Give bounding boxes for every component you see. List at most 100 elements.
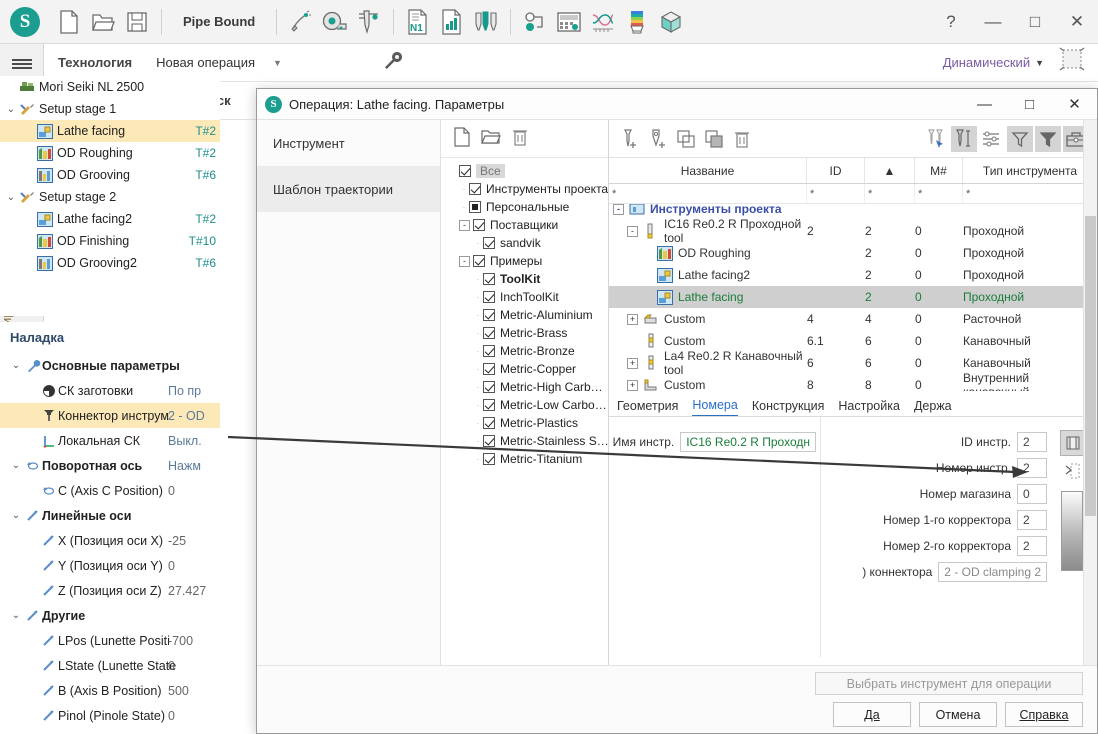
tool-name-input[interactable]: IC16 Re0.2 R Проходн bbox=[680, 432, 816, 452]
checkbox[interactable] bbox=[483, 345, 495, 357]
parameter-row[interactable]: СК заготовкиПо пр bbox=[0, 378, 220, 403]
maximize-button[interactable]: □ bbox=[1014, 2, 1056, 42]
report-chart-icon[interactable] bbox=[435, 5, 469, 39]
field-input[interactable]: 2 bbox=[1017, 536, 1047, 556]
parameter-row[interactable]: Локальная СКВыкл. bbox=[0, 428, 220, 453]
library-tree-item[interactable]: ·Инструменты проекта bbox=[443, 180, 608, 198]
table-row[interactable]: Lathe facing220Проходной bbox=[609, 264, 1097, 286]
parameter-tab[interactable]: Держа bbox=[914, 399, 952, 416]
table-row[interactable]: -IC16 Re0.2 R Проходной tool220Проходной bbox=[609, 220, 1097, 242]
help-button[interactable]: Справка bbox=[1005, 702, 1083, 727]
measure-probe-icon[interactable] bbox=[284, 5, 318, 39]
library-tree-item[interactable]: ·ToolKit bbox=[443, 270, 608, 288]
checkbox[interactable] bbox=[483, 273, 495, 285]
parameter-value[interactable]: 0 bbox=[168, 559, 175, 573]
filter-type[interactable]: * bbox=[963, 184, 1097, 203]
checkbox[interactable] bbox=[459, 165, 471, 177]
columns-options-icon[interactable] bbox=[979, 126, 1005, 152]
tree-twisty-icon[interactable]: ⌄ bbox=[4, 192, 18, 203]
parameter-row[interactable]: Коннектор инструм2 - OD bbox=[0, 403, 220, 428]
parameter-row[interactable]: Z (Позиция оси Z)27.427 bbox=[0, 578, 220, 603]
view-cube-icon[interactable] bbox=[1054, 44, 1090, 81]
field-input[interactable]: 2 bbox=[1017, 458, 1047, 478]
field-input[interactable]: 2 bbox=[1017, 432, 1047, 452]
parameter-row[interactable]: ⌄Поворотная осьНажм bbox=[0, 453, 220, 478]
column-header-magazine[interactable]: M# bbox=[915, 158, 963, 183]
parameter-value[interactable]: -25 bbox=[168, 534, 186, 548]
table-row[interactable]: Lathe facing20Проходной bbox=[609, 286, 1097, 308]
parameter-tab[interactable]: Настройка bbox=[838, 399, 900, 416]
library-tree-item[interactable]: -Поставщики bbox=[443, 216, 608, 234]
parameter-value[interactable]: 27.427 bbox=[168, 584, 206, 598]
expander-icon[interactable]: - bbox=[459, 220, 470, 231]
parameter-value[interactable]: 2 - OD bbox=[168, 409, 205, 423]
expander-icon[interactable]: + bbox=[627, 314, 638, 325]
library-tree-item[interactable]: ·Персональные bbox=[443, 198, 608, 216]
library-tree-item[interactable]: ·Metric-Plastics bbox=[443, 414, 608, 432]
checkbox[interactable] bbox=[469, 201, 481, 213]
ok-button[interactable]: Да bbox=[833, 702, 911, 727]
library-tree-item[interactable]: ·Metric-Brass bbox=[443, 324, 608, 342]
tree-node[interactable]: OD Grooving2T#6 bbox=[0, 252, 220, 274]
column-header-name[interactable]: Название bbox=[609, 158, 807, 183]
library-tree-item[interactable]: ·Metric-Low Carbo… bbox=[443, 396, 608, 414]
dialog-scrollbar[interactable] bbox=[1083, 120, 1097, 733]
column-header-sort[interactable]: ▲ bbox=[865, 158, 915, 183]
checkbox[interactable] bbox=[483, 399, 495, 411]
parameter-row[interactable]: Y (Позиция оси Y)0 bbox=[0, 553, 220, 578]
tree-node[interactable]: Lathe facingT#2 bbox=[0, 120, 220, 142]
copy-icon[interactable] bbox=[673, 126, 699, 152]
graph-curve-icon[interactable] bbox=[586, 5, 620, 39]
open-folder-icon[interactable] bbox=[481, 128, 501, 149]
dialog-minimize-button[interactable]: — bbox=[962, 89, 1007, 119]
tree-node[interactable]: OD RoughingT#2 bbox=[0, 142, 220, 164]
view-mode-dropdown[interactable]: Динамический ▼ bbox=[943, 55, 1044, 70]
checkbox[interactable] bbox=[483, 435, 495, 447]
expander-icon[interactable]: + bbox=[627, 358, 638, 369]
checkbox[interactable] bbox=[483, 327, 495, 339]
checkbox[interactable] bbox=[483, 453, 495, 465]
tool-measure-icon[interactable] bbox=[951, 126, 977, 152]
parameter-row[interactable]: LState (Lunette State0 bbox=[0, 653, 220, 678]
column-header-id[interactable]: ID bbox=[807, 158, 865, 183]
library-tree-item[interactable]: ·Metric-Titanium bbox=[443, 450, 608, 468]
parameter-twisty-icon[interactable]: ⌄ bbox=[8, 460, 24, 471]
parameter-row[interactable]: ⌄Линейные оси bbox=[0, 503, 220, 528]
tree-twisty-icon[interactable]: ⌄ bbox=[4, 104, 18, 115]
dialog-close-button[interactable]: ✕ bbox=[1052, 89, 1097, 119]
paste-icon[interactable] bbox=[701, 126, 727, 152]
checkbox[interactable] bbox=[483, 309, 495, 321]
checkbox[interactable] bbox=[469, 183, 481, 195]
parameter-row[interactable]: X (Позиция оси X)-25 bbox=[0, 528, 220, 553]
dialog-maximize-button[interactable]: □ bbox=[1007, 89, 1052, 119]
expander-icon[interactable]: + bbox=[627, 380, 638, 391]
save-disk-icon[interactable] bbox=[120, 5, 154, 39]
parameter-row[interactable]: ⌄Основные параметры bbox=[0, 353, 220, 378]
checkbox[interactable] bbox=[483, 363, 495, 375]
parameter-row[interactable]: C (Axis C Position)0 bbox=[0, 478, 220, 503]
library-tree-item[interactable]: ·Metric-Copper bbox=[443, 360, 608, 378]
library-tree-item[interactable]: ·Metric-Bronze bbox=[443, 342, 608, 360]
parameter-twisty-icon[interactable]: ⌄ bbox=[8, 510, 24, 521]
filter-id[interactable]: * bbox=[807, 184, 865, 203]
filter-name[interactable]: * bbox=[609, 184, 807, 203]
open-folder-icon[interactable] bbox=[86, 5, 120, 39]
expander-icon[interactable]: - bbox=[627, 226, 638, 237]
color-scale-icon[interactable] bbox=[620, 5, 654, 39]
help-button[interactable]: ? bbox=[930, 2, 972, 42]
tools-set-icon[interactable] bbox=[469, 5, 503, 39]
filter-icon[interactable] bbox=[1007, 126, 1033, 152]
dialog-nav-tool[interactable]: Инструмент bbox=[257, 120, 440, 166]
delete-trash-icon[interactable] bbox=[511, 127, 529, 150]
checkbox[interactable] bbox=[473, 219, 485, 231]
cancel-button[interactable]: Отмена bbox=[919, 702, 997, 727]
tree-node[interactable]: ⌄Setup stage 1 bbox=[0, 98, 220, 120]
n1-document-icon[interactable]: N1 bbox=[401, 5, 435, 39]
wrench-icon[interactable] bbox=[382, 50, 404, 75]
checkbox[interactable] bbox=[473, 255, 485, 267]
connector-icon[interactable] bbox=[518, 5, 552, 39]
parameter-value[interactable]: По пр bbox=[168, 384, 201, 398]
library-tree-item[interactable]: ·InchToolKit bbox=[443, 288, 608, 306]
column-header-type[interactable]: Тип инструмента bbox=[963, 158, 1097, 183]
table-row[interactable]: OD Roughing20Проходной bbox=[609, 242, 1097, 264]
